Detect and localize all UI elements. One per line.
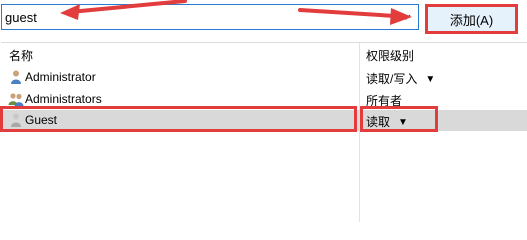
user-group-icon — [8, 91, 24, 107]
chevron-down-icon[interactable] — [397, 7, 415, 27]
permissions-list: 名称 权限级别 Administrator 读取/写入 ▼ Administrat… — [1, 42, 527, 222]
permission-dropdown[interactable]: 读取 ▼ — [366, 113, 408, 130]
column-header-name[interactable]: 名称 — [9, 43, 33, 67]
user-search-combobox[interactable] — [1, 4, 419, 30]
list-item-name: Administrators — [25, 92, 102, 106]
dropdown-arrow-icon[interactable]: ▼ — [425, 74, 435, 85]
list-item-selected[interactable]: Guest 读取 ▼ — [1, 110, 527, 131]
permission-value: 读取 — [366, 115, 391, 129]
user-icon — [8, 69, 24, 85]
user-search-input[interactable] — [5, 9, 385, 25]
list-item-name: Administrator — [25, 70, 96, 84]
add-button[interactable]: 添加(A) — [427, 6, 516, 32]
permission-value: 读取/写入 — [366, 72, 418, 86]
dropdown-arrow-icon[interactable]: ▼ — [398, 117, 408, 128]
permission-value: 所有者 — [366, 94, 403, 108]
list-item[interactable]: Administrator 读取/写入 ▼ — [1, 67, 527, 88]
list-item-name: Guest — [25, 113, 58, 127]
column-header-permission[interactable]: 权限级别 — [366, 43, 414, 67]
list-item[interactable]: Administrators 所有者 — [1, 89, 527, 110]
guest-user-icon — [8, 112, 24, 128]
permission-dropdown[interactable]: 读取/写入 ▼ — [366, 70, 435, 87]
